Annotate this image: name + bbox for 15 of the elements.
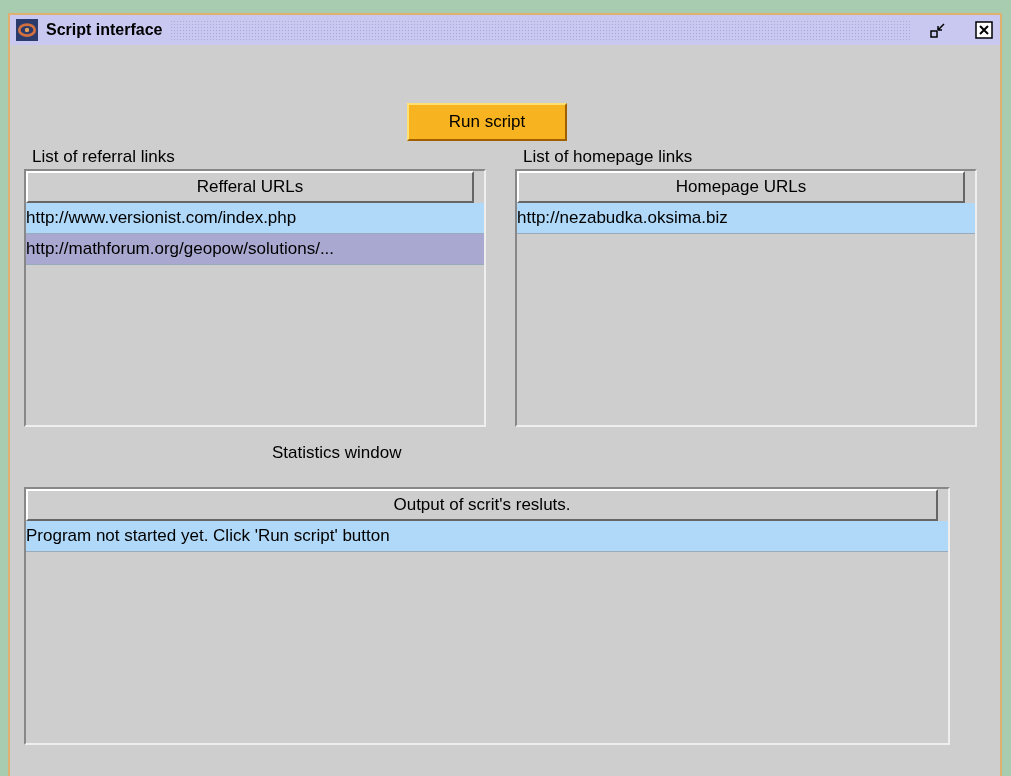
- run-script-button[interactable]: Run script: [407, 103, 567, 141]
- close-icon[interactable]: [974, 20, 994, 40]
- table-row[interactable]: http://mathforum.org/geopow/solutions/...: [26, 234, 484, 265]
- table-row[interactable]: http://www.versionist.com/index.php: [26, 203, 484, 234]
- column-header[interactable]: Refferal URLs: [26, 171, 474, 203]
- column-header[interactable]: Homepage URLs: [517, 171, 965, 203]
- section-label: List of referral links: [31, 146, 176, 168]
- section-label: Statistics window: [272, 443, 402, 462]
- minimize-icon[interactable]: [928, 20, 948, 40]
- app-icon: [16, 19, 38, 41]
- window-title: Script interface: [46, 21, 163, 39]
- column-header[interactable]: Output of scrit's resluts.: [26, 489, 938, 521]
- table-row[interactable]: http://nezabudka.oksima.biz: [517, 203, 975, 234]
- table-row[interactable]: Program not started yet. Click 'Run script' button: [26, 521, 948, 552]
- section-label: List of homepage links: [522, 146, 694, 168]
